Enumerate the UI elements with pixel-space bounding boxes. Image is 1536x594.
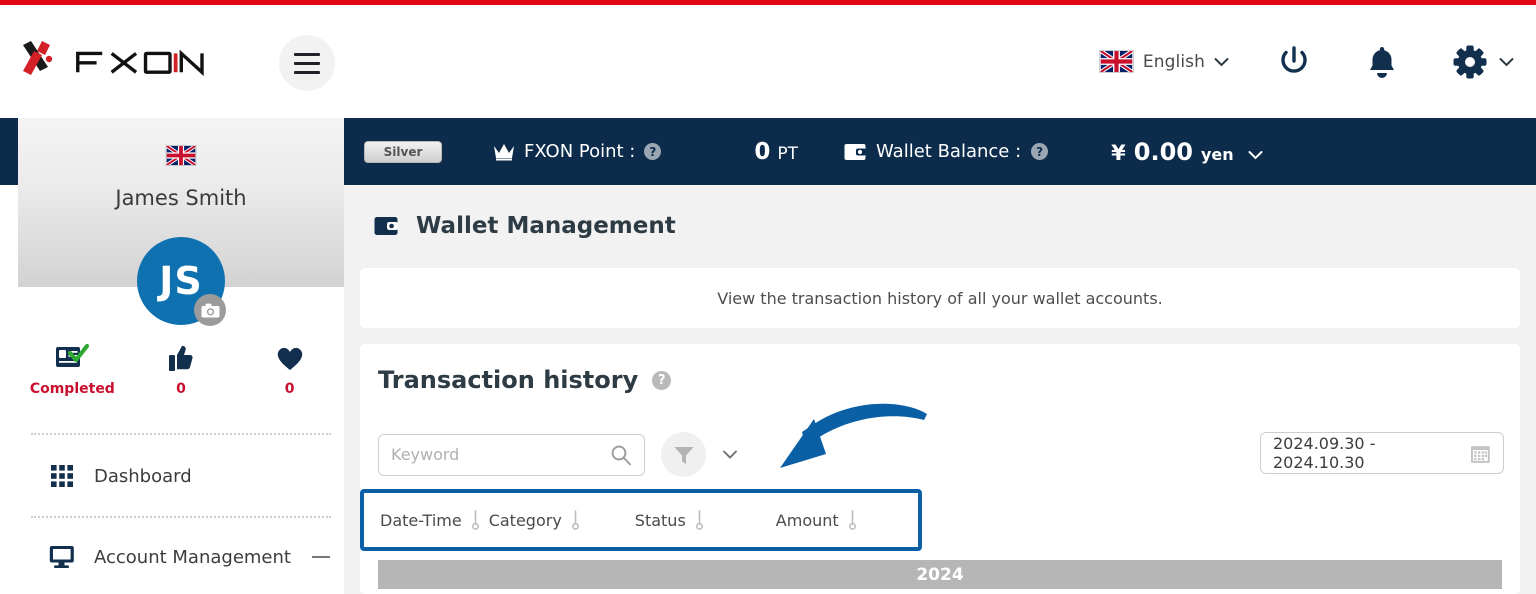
wallet-balance-label: Wallet Balance : <box>876 141 1022 162</box>
stat-likes[interactable]: 0 <box>127 343 236 397</box>
transaction-table-header: Date-Time Category Status Amount <box>360 489 922 551</box>
wallet-balance-group: Wallet Balance : ? <box>844 141 1049 162</box>
fxon-point-label: FXON Point : <box>524 141 636 162</box>
transaction-history-title: Transaction history <box>378 366 639 394</box>
search-box[interactable] <box>378 433 645 476</box>
chevron-down-icon <box>1499 57 1514 66</box>
hamburger-menu-button[interactable] <box>279 35 335 91</box>
search-controls <box>378 432 738 477</box>
page-title: Wallet Management <box>416 213 676 239</box>
transaction-history-card: Transaction history ? Keyword 2024.09.30… <box>360 344 1520 594</box>
hamburger-line <box>294 52 320 56</box>
sort-handle-icon[interactable] <box>695 509 704 531</box>
calendar-icon <box>1471 445 1491 463</box>
question-mark-icon[interactable]: ? <box>1031 143 1049 160</box>
uk-flag-icon <box>165 145 197 166</box>
sidebar-item-dashboard[interactable]: Dashboard <box>18 446 344 506</box>
chevron-down-icon[interactable] <box>722 449 738 460</box>
column-header-category-label: Category <box>488 510 562 530</box>
sidebar: James Smith JS Completed 0 0 Dashboard A… <box>18 118 344 594</box>
description-text: View the transaction history of all your… <box>717 288 1163 308</box>
crown-icon <box>494 143 514 160</box>
sidebar-item-account-management[interactable]: Account Management <box>18 527 344 587</box>
stat-favorites[interactable]: 0 <box>235 343 344 397</box>
header-actions: English <box>1098 5 1518 118</box>
wallet-balance-value-group[interactable]: ¥ 0.00 yen <box>1111 138 1263 166</box>
date-range-value: 2024.09.30 - 2024.10.30 <box>1273 434 1376 472</box>
language-selector[interactable]: English <box>1098 50 1229 73</box>
sidebar-user-name: James Smith <box>115 186 247 210</box>
sidebar-divider <box>31 433 331 435</box>
heart-icon <box>275 343 305 373</box>
stat-favorites-label: 0 <box>284 381 295 397</box>
hamburger-line <box>294 70 320 74</box>
fxon-point-value-group: 0 PT <box>754 139 798 165</box>
power-icon <box>1281 45 1307 73</box>
status-strip-content: Silver FXON Point : ? 0 PT Wallet Balanc… <box>344 118 1536 185</box>
sidebar-item-account-management-label: Account Management <box>94 546 291 568</box>
year-group-label: 2024 <box>916 564 964 585</box>
id-card-verified-icon <box>55 343 90 373</box>
column-header-status[interactable]: Status <box>635 509 704 531</box>
currency-symbol: ¥ <box>1111 140 1126 165</box>
sidebar-item-dashboard-label: Dashboard <box>94 465 192 487</box>
sort-handle-icon[interactable] <box>571 509 580 531</box>
fxon-point-unit: PT <box>777 143 799 164</box>
page-header: Wallet Management <box>374 213 676 239</box>
year-group-row: 2024 <box>378 560 1502 589</box>
filter-button[interactable] <box>661 432 706 477</box>
transaction-history-header: Transaction history ? <box>378 366 672 394</box>
column-header-status-label: Status <box>634 510 686 530</box>
chevron-down-icon <box>1214 57 1229 66</box>
funnel-icon <box>674 446 693 464</box>
column-header-amount[interactable]: Amount <box>776 509 857 531</box>
settings-button[interactable] <box>1451 43 1514 81</box>
wallet-icon <box>844 143 867 160</box>
fxon-wordmark <box>76 49 204 76</box>
date-range-picker[interactable]: 2024.09.30 - 2024.10.30 <box>1260 432 1504 474</box>
column-header-amount-label: Amount <box>775 510 839 530</box>
wallet-balance-value: 0.00 <box>1133 137 1193 166</box>
fxon-point-group: FXON Point : ? <box>493 141 662 162</box>
bell-icon <box>1370 46 1394 78</box>
sort-handle-icon[interactable] <box>471 509 480 531</box>
uk-flag-icon <box>1098 50 1134 73</box>
grid-icon <box>46 465 78 487</box>
column-header-date-time[interactable]: Date-Time <box>380 509 480 531</box>
sidebar-divider <box>31 516 331 518</box>
question-mark-icon[interactable]: ? <box>644 143 662 160</box>
description-card: View the transaction history of all your… <box>360 268 1520 328</box>
currency-unit: yen <box>1200 144 1234 164</box>
fxon-logo-icon <box>23 41 53 75</box>
stat-verification[interactable]: Completed <box>18 343 127 397</box>
sidebar-stats: Completed 0 0 <box>18 343 344 397</box>
search-input[interactable] <box>391 445 610 464</box>
language-label: English <box>1142 51 1205 72</box>
brand-logo[interactable] <box>18 37 225 83</box>
avatar-upload-button[interactable] <box>194 294 226 326</box>
app-root: English Silver FXON Point: ? 0 PT Walle… <box>0 0 1536 594</box>
tier-badge[interactable]: Silver <box>364 140 442 163</box>
gear-icon <box>1453 45 1487 78</box>
column-header-category[interactable]: Category <box>489 509 580 531</box>
column-header-date-time-label: Date-Time <box>380 510 462 530</box>
wallet-icon <box>374 217 398 235</box>
thumbs-up-icon <box>168 343 194 373</box>
camera-icon <box>201 303 219 317</box>
chevron-down-icon <box>1248 150 1263 159</box>
notifications-button[interactable] <box>1365 43 1399 81</box>
collapse-minus-icon[interactable] <box>312 556 330 558</box>
hamburger-line <box>294 61 320 65</box>
sort-handle-icon[interactable] <box>848 509 857 531</box>
monitor-icon <box>46 545 78 569</box>
top-header: English <box>0 5 1536 118</box>
power-button[interactable] <box>1275 43 1313 81</box>
stat-verification-label: Completed <box>29 381 115 397</box>
fxon-point-value: 0 <box>754 138 771 165</box>
main-content: Wallet Management View the transaction h… <box>344 185 1536 594</box>
stat-likes-label: 0 <box>176 381 186 397</box>
search-icon[interactable] <box>610 444 632 466</box>
question-mark-icon[interactable]: ? <box>652 370 672 390</box>
